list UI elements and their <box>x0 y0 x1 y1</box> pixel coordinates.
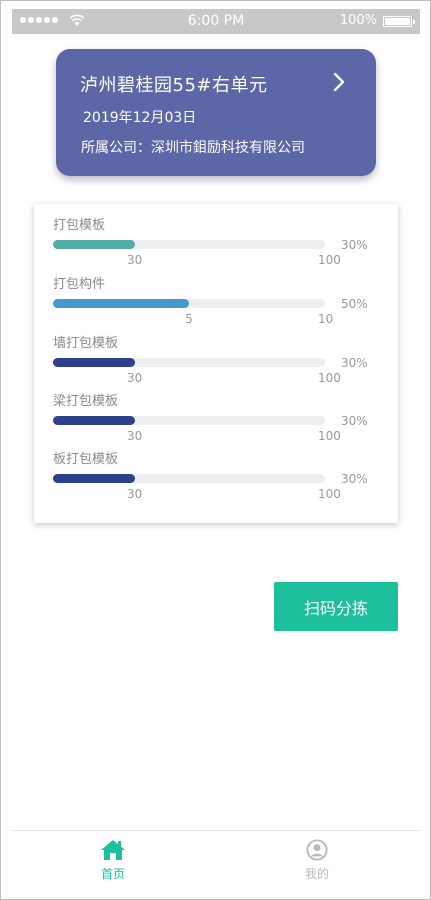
progress-label: 打包模板 <box>53 218 106 233</box>
progress-track <box>53 474 325 483</box>
progress-max: 100 <box>318 487 341 501</box>
tab-mine-label: 我的 <box>304 867 329 881</box>
progress-current: 5 <box>185 312 193 326</box>
battery-icon <box>383 16 415 27</box>
tab-home[interactable]: 首页 <box>73 839 153 882</box>
progress-current: 30 <box>126 429 143 443</box>
progress-percent: 50% <box>341 297 368 311</box>
progress-panel: 打包模板 30% 30 100 打包构件 50% 5 10 墙打包模板 30% … <box>34 204 398 523</box>
progress-track <box>53 299 325 308</box>
home-icon <box>101 840 125 860</box>
progress-max: 100 <box>318 371 341 385</box>
progress-max: 100 <box>318 429 341 443</box>
project-date: 2019年12月03日 <box>83 110 197 126</box>
progress-track <box>53 240 325 249</box>
progress-label: 墙打包模板 <box>53 336 119 351</box>
status-bar: 6:00 PM 100% <box>12 9 420 34</box>
phone-frame: 6:00 PM 100% 泸州碧桂园55#右单元 2019年12月03日 所属公… <box>0 0 431 900</box>
progress-item: 打包构件 50% 5 10 <box>34 273 398 333</box>
progress-fill <box>53 416 135 425</box>
progress-item: 打包模板 30% 30 100 <box>34 214 398 274</box>
chevron-right-icon[interactable] <box>332 71 346 93</box>
user-icon <box>306 839 328 861</box>
scan-sort-button[interactable]: 扫码分拣 <box>274 582 398 631</box>
progress-max: 10 <box>318 312 334 326</box>
progress-fill <box>53 358 135 367</box>
progress-label: 梁打包模板 <box>53 394 119 409</box>
progress-percent: 30% <box>341 472 368 486</box>
progress-track <box>53 358 325 367</box>
progress-label: 打包构件 <box>53 277 106 292</box>
progress-max: 100 <box>318 253 341 267</box>
progress-percent: 30% <box>341 414 368 428</box>
progress-fill <box>53 474 135 483</box>
project-title: 泸州碧桂园55#右单元 <box>80 75 268 96</box>
progress-current: 30 <box>126 487 143 501</box>
progress-current: 30 <box>126 371 143 385</box>
progress-fill <box>53 240 135 249</box>
progress-track <box>53 416 325 425</box>
tab-mine[interactable]: 我的 <box>277 839 357 882</box>
progress-label: 板打包模板 <box>53 452 119 467</box>
progress-item: 墙打包模板 30% 30 100 <box>34 332 398 392</box>
project-company: 所属公司：深圳市鉬励科技有限公司 <box>81 140 305 156</box>
tab-home-label: 首页 <box>100 867 125 881</box>
tab-bar: 首页 我的 <box>12 830 420 895</box>
progress-fill <box>53 299 189 308</box>
progress-percent: 30% <box>341 238 368 252</box>
project-card[interactable]: 泸州碧桂园55#右单元 2019年12月03日 所属公司：深圳市鉬励科技有限公司 <box>56 49 376 176</box>
progress-current: 30 <box>126 253 143 267</box>
progress-item: 板打包模板 30% 30 100 <box>34 448 398 508</box>
battery-percent: 100% <box>339 13 377 28</box>
progress-percent: 30% <box>341 356 368 370</box>
progress-item: 梁打包模板 30% 30 100 <box>34 390 398 450</box>
